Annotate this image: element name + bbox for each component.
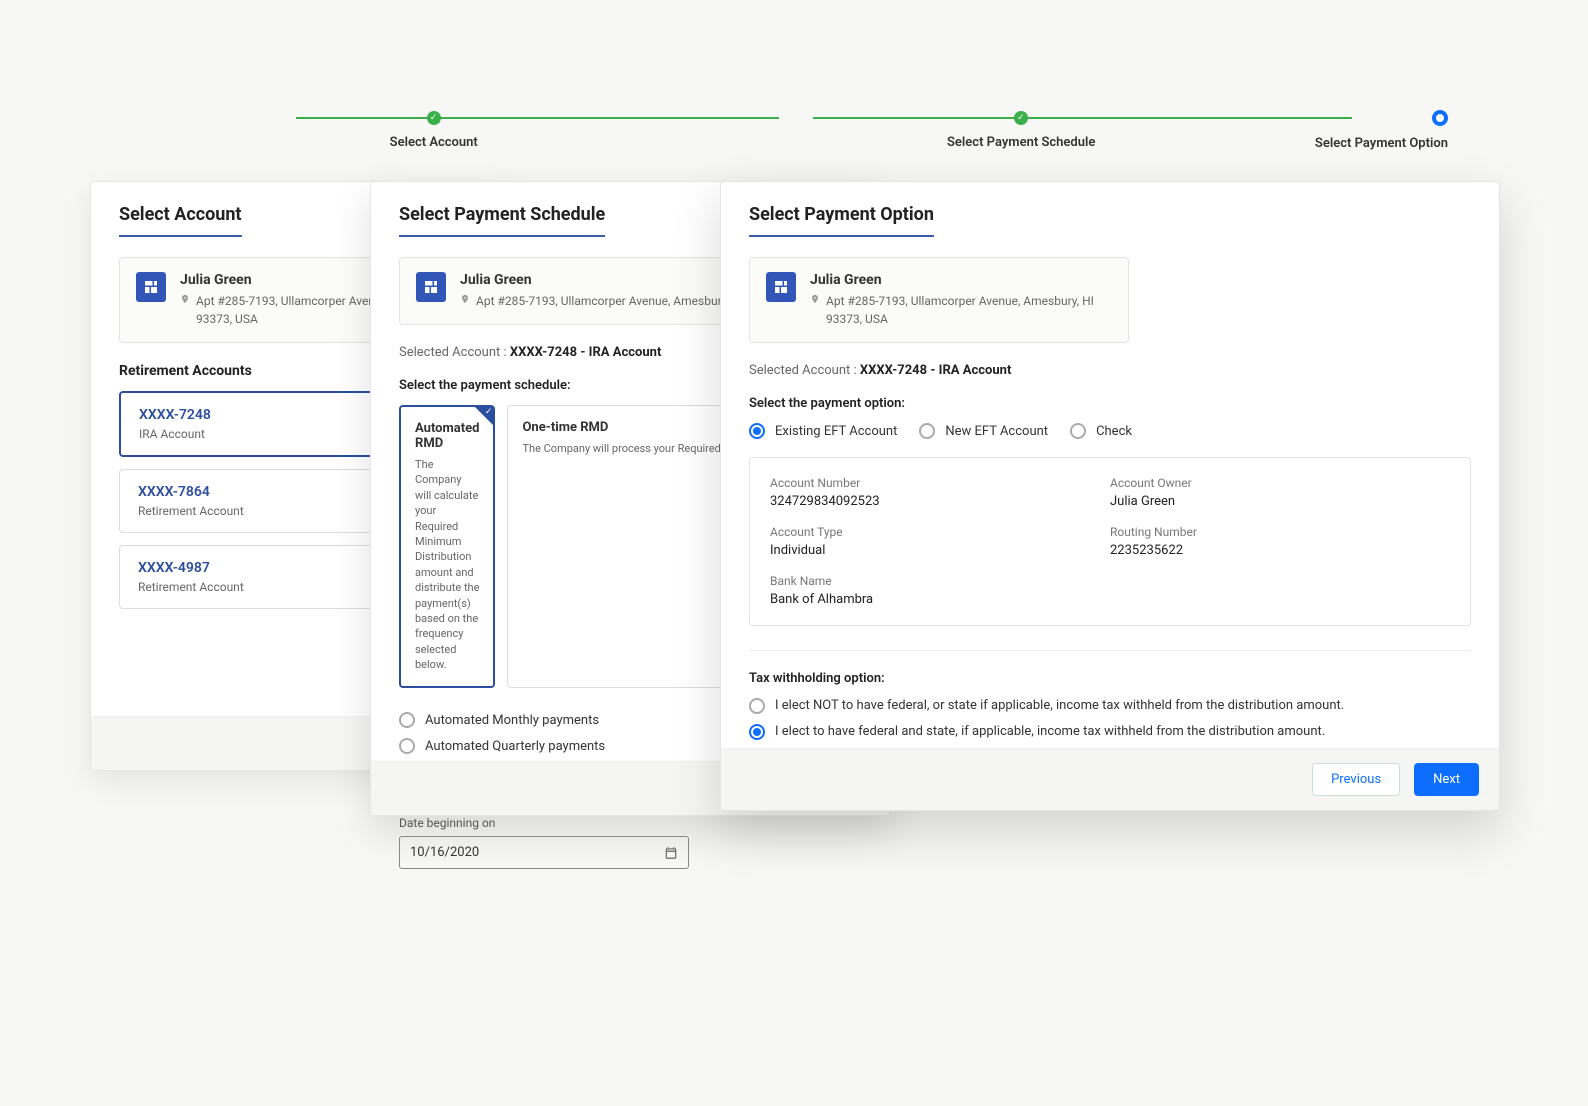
account-number-value: 324729834092523 (770, 494, 1110, 509)
stepper: Select Account Select Payment Schedule S… (140, 110, 1448, 151)
panel-footer: Previous Next (721, 748, 1499, 810)
radio-label: New EFT Account (945, 424, 1048, 439)
location-icon (460, 294, 470, 304)
step-label: Select Payment Option (1315, 136, 1448, 151)
check-icon: ✓ (485, 407, 493, 417)
user-profile-icon (416, 272, 446, 302)
calendar-icon (664, 846, 678, 860)
step-label: Select Payment Schedule (727, 135, 1314, 150)
radio-label: Automated Monthly payments (425, 713, 599, 728)
payment-option-radio[interactable]: Existing EFT Account (749, 423, 897, 439)
radio-label: I elect to have federal and state, if ap… (775, 724, 1325, 739)
location-icon (180, 294, 190, 304)
radio-icon (1070, 423, 1086, 439)
step-select-account[interactable]: Select Account (140, 110, 727, 150)
payment-option-radio[interactable]: Check (1070, 423, 1132, 439)
account-type-label: Account Type (770, 525, 1110, 539)
payment-option-prompt: Select the payment option: (749, 396, 1471, 411)
account-owner-value: Julia Green (1110, 494, 1450, 509)
step-complete-icon (427, 111, 441, 125)
bank-name-label: Bank Name (770, 574, 1110, 588)
routing-number-value: 2235235622 (1110, 543, 1450, 558)
previous-button[interactable]: Previous (1312, 763, 1400, 796)
panel-title: Select Account (119, 204, 242, 237)
step-select-schedule[interactable]: Select Payment Schedule (727, 110, 1314, 150)
profile-name: Julia Green (810, 272, 1112, 288)
withholding-heading: Tax withholding option: (749, 671, 1471, 686)
radio-icon (399, 712, 415, 728)
panel-title: Select Payment Schedule (399, 204, 605, 237)
selected-account-value: XXXX-7248 - IRA Account (860, 363, 1011, 378)
withholding-radio[interactable]: I elect to have federal and state, if ap… (749, 724, 1471, 740)
user-profile-icon (766, 272, 796, 302)
radio-icon (919, 423, 935, 439)
selected-account-value: XXXX-7248 - IRA Account (510, 345, 661, 360)
step-complete-icon (1014, 111, 1028, 125)
next-button[interactable]: Next (1414, 763, 1479, 796)
account-number-label: Account Number (770, 476, 1110, 490)
routing-number-label: Routing Number (1110, 525, 1450, 539)
selected-account-label: Selected Account : (749, 363, 857, 378)
profile-card: Julia Green Apt #285-7193, Ullamcorper A… (749, 257, 1129, 343)
date-input[interactable]: 10/16/2020 (399, 836, 689, 869)
step-current-icon (1432, 110, 1448, 126)
location-icon (810, 294, 820, 304)
user-profile-icon (136, 272, 166, 302)
stepper-line (296, 117, 779, 119)
radio-icon (749, 423, 765, 439)
address-text: Apt #285-7193, Ullamcorper Avenue, Amesb… (826, 292, 1112, 328)
schedule-card-title: Automated RMD (415, 421, 479, 451)
radio-icon (749, 698, 765, 714)
bank-name-value: Bank of Alhambra (770, 592, 1110, 607)
selected-account-line: Selected Account : XXXX-7248 - IRA Accou… (749, 363, 1471, 378)
payment-option-radio[interactable]: New EFT Account (919, 423, 1048, 439)
schedule-card-desc: The Company will calculate your Required… (415, 457, 479, 672)
withholding-radio[interactable]: I elect NOT to have federal, or state if… (749, 698, 1471, 714)
eft-account-details: Account Number 324729834092523 Account O… (749, 457, 1471, 626)
radio-icon (399, 738, 415, 754)
divider (749, 650, 1471, 651)
radio-label: Existing EFT Account (775, 424, 897, 439)
date-value: 10/16/2020 (410, 845, 479, 860)
stepper-line (813, 117, 1352, 119)
radio-icon (749, 724, 765, 740)
account-type-value: Individual (770, 543, 1110, 558)
schedule-card[interactable]: ✓ Automated RMD The Company will calculate… (399, 405, 495, 688)
radio-label: Check (1096, 424, 1132, 439)
radio-label: Automated Quarterly payments (425, 739, 605, 754)
radio-label: I elect NOT to have federal, or state if… (775, 698, 1344, 713)
step-label: Select Account (140, 135, 727, 150)
selected-account-label: Selected Account : (399, 345, 507, 360)
account-owner-label: Account Owner (1110, 476, 1450, 490)
panel-title: Select Payment Option (749, 204, 934, 237)
profile-address: Apt #285-7193, Ullamcorper Avenue, Amesb… (810, 292, 1112, 328)
panel-select-payment-option: Select Payment Option Julia Green Apt #2… (720, 181, 1500, 811)
